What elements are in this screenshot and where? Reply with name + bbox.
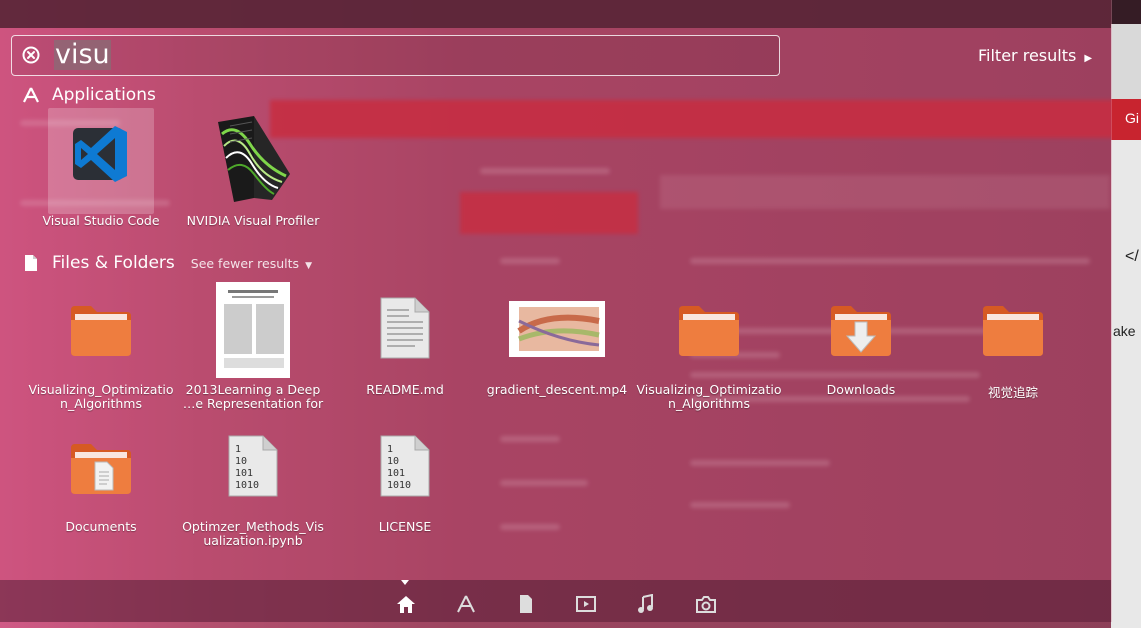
applications-icon: [23, 87, 39, 103]
file-label: README.md: [366, 382, 444, 397]
file-label: Visualizing_Optimizatio n_Algorithms: [636, 382, 782, 411]
file-tile[interactable]: Visualizing_Optimizatio n_Algorithms: [26, 280, 176, 415]
svg-text:1010: 1010: [387, 480, 411, 491]
file-label: Optimzer_Methods_Vis ualization.ipynb: [182, 519, 324, 548]
background-text: ake: [1113, 323, 1136, 339]
file-label: Visualizing_Optimizatio n_Algorithms: [28, 382, 174, 411]
folder-icon: [71, 306, 131, 356]
photos-lens-icon[interactable]: [695, 594, 717, 614]
search-query-text[interactable]: visu: [54, 40, 111, 70]
file-label: Downloads: [826, 382, 896, 397]
applications-title: Applications: [52, 85, 156, 105]
file-tile[interactable]: README.md: [330, 280, 480, 415]
background-right-panel-top: [1111, 24, 1141, 99]
app-tile-vscode[interactable]: Visual Studio Code: [26, 108, 176, 233]
files-folders-header: Files & Folders See fewer results ▼: [22, 253, 312, 273]
file-label: Documents: [65, 519, 137, 534]
clear-search-icon[interactable]: [22, 46, 40, 64]
file-tile[interactable]: Documents: [26, 420, 176, 545]
music-lens-icon[interactable]: [635, 594, 657, 614]
video-lens-icon[interactable]: [575, 594, 597, 614]
active-lens-indicator: [401, 580, 409, 585]
file-label: 视觉追踪: [987, 385, 1038, 400]
file-label: 2013Learning a Deep …e Representation fo…: [182, 383, 324, 411]
app-tile-nvidia-visual-profiler[interactable]: NVIDIA Visual Profiler: [178, 108, 328, 233]
svg-text:101: 101: [387, 468, 405, 479]
dash-overlay: visu Filter results ▶ Applications Visual…: [0, 0, 1112, 622]
folder-icon: [983, 306, 1043, 356]
applications-lens-icon[interactable]: [455, 594, 477, 614]
file-tile[interactable]: 1 10 101 1010 LICENSE: [330, 420, 480, 545]
svg-text:1: 1: [235, 444, 241, 455]
caret-down-icon: ▼: [305, 260, 312, 271]
pdf-thumbnail-icon: [216, 282, 290, 378]
file-tile[interactable]: Visualizing_Optimizatio n_Algorithms: [634, 280, 784, 415]
svg-text:1: 1: [387, 444, 393, 455]
svg-text:10: 10: [387, 456, 399, 467]
text-file-icon: [380, 297, 430, 359]
files-folders-title: Files & Folders: [52, 253, 175, 273]
chevron-right-icon: ▶: [1084, 53, 1093, 64]
downloads-folder-icon: [831, 306, 891, 356]
video-thumbnail-icon: [509, 301, 605, 357]
lens-bar: [0, 580, 1111, 622]
file-tile[interactable]: 视觉追踪: [938, 280, 1088, 415]
binary-file-icon: 1 10 101 1010: [228, 435, 278, 497]
svg-text:101: 101: [235, 468, 253, 479]
applications-header: Applications: [22, 85, 156, 105]
see-fewer-results-link[interactable]: See fewer results ▼: [191, 256, 312, 271]
app-label: Visual Studio Code: [42, 213, 160, 228]
see-fewer-label: See fewer results: [190, 255, 300, 271]
vscode-icon: [73, 126, 127, 182]
file-icon: [25, 255, 37, 271]
documents-folder-icon: [71, 444, 131, 494]
filter-results-label: Filter results: [978, 46, 1077, 65]
background-right-red: Gi: [1111, 99, 1141, 140]
svg-text:1010: 1010: [235, 480, 259, 491]
folder-icon: [679, 306, 739, 356]
background-text: </: [1125, 248, 1139, 265]
nvidia-profiler-icon: [218, 116, 290, 202]
search-input[interactable]: visu: [11, 35, 780, 76]
filter-results-button[interactable]: Filter results ▶: [978, 46, 1092, 65]
file-label: gradient_descent.mp4: [486, 382, 628, 397]
file-tile[interactable]: 2013Learning a Deep …e Representation fo…: [178, 280, 328, 415]
app-label: NVIDIA Visual Profiler: [186, 213, 320, 228]
file-tile[interactable]: gradient_descent.mp4: [482, 280, 632, 415]
background-right-panel: </ ake: [1111, 140, 1141, 628]
file-tile[interactable]: 1 10 101 1010 Optimzer_Methods_Vis ualiz…: [178, 420, 328, 548]
files-lens-icon[interactable]: [515, 594, 537, 614]
file-label: LICENSE: [378, 519, 432, 534]
svg-text:10: 10: [235, 456, 247, 467]
background-text: Gi: [1125, 110, 1139, 126]
home-lens-icon[interactable]: [395, 594, 417, 614]
binary-file-icon: 1 10 101 1010: [380, 435, 430, 497]
file-tile[interactable]: Downloads: [786, 280, 936, 415]
